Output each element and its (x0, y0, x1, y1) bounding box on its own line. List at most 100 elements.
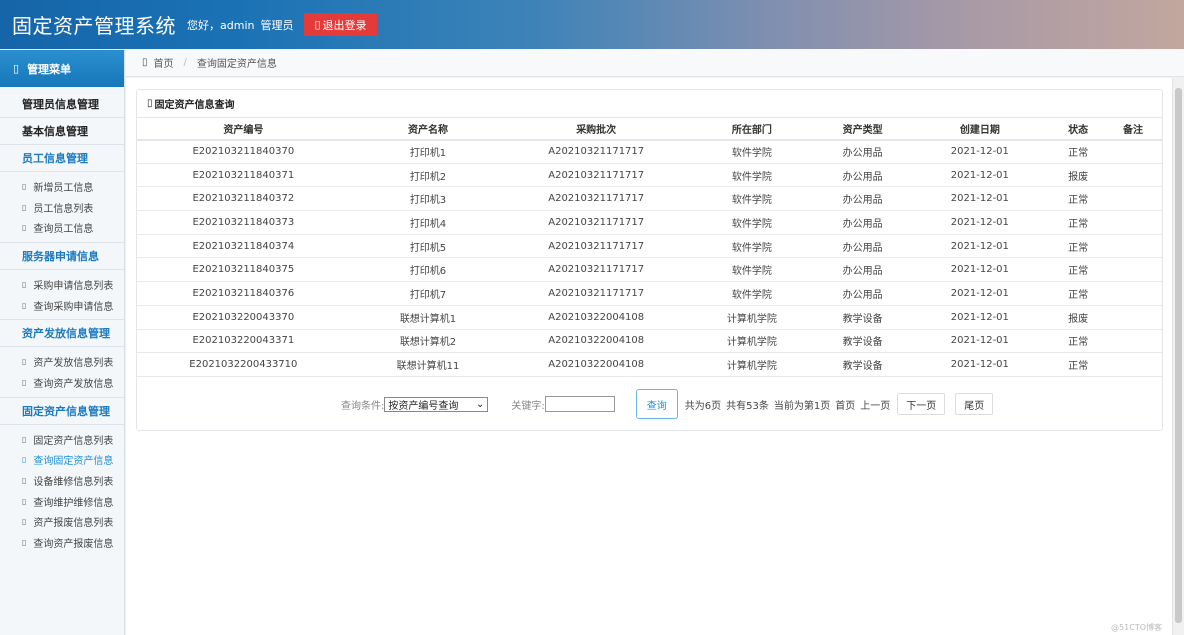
sidebar-item-asset-list[interactable]: ▯ 固定资产信息列表 (0, 429, 124, 450)
table-cell (1104, 163, 1162, 188)
sidebar-item-query-asset[interactable]: ▯ 查询固定资产信息 (0, 450, 124, 471)
sidebar-item-query-employee[interactable]: ▯ 查询员工信息 (0, 217, 124, 238)
user-role: 管理员 (260, 18, 294, 32)
column-header: 备注 (1104, 117, 1162, 141)
sidebar-group-basic[interactable]: 基本信息管理 (0, 118, 124, 145)
table-cell: 打印机3 (349, 186, 507, 212)
scrollbar-thumb[interactable] (1175, 88, 1182, 623)
table-cell: A20210321171717 (506, 186, 687, 212)
item-bullet-icon: ▯ (22, 455, 27, 465)
table-row: E202103211840375 打印机6 A20210321171717 软件学院办… (137, 257, 1162, 283)
table-cell (1104, 186, 1162, 212)
item-bullet-icon: ▯ (22, 223, 27, 233)
table-row: E202103211840376 打印机7 A20210321171717 软件学院办… (137, 281, 1162, 306)
table-cell: 教学设备 (817, 329, 908, 354)
breadcrumb-separator: / (183, 57, 187, 68)
table-cell: 2021-12-01 (907, 352, 1053, 377)
table-cell: 软件学院 (686, 281, 818, 306)
app-title: 固定资产管理系统 (12, 14, 176, 38)
sidebar-item-distribution-list[interactable]: ▯ 资产发放信息列表 (0, 351, 124, 372)
table-cell: E202103211840376 (137, 281, 350, 306)
table-cell (1104, 329, 1162, 354)
table-cell: 2021-12-01 (907, 281, 1053, 306)
table-cell: 2021-12-01 (907, 210, 1053, 235)
sidebar-item-add-employee[interactable]: ▯ 新增员工信息 (0, 176, 124, 197)
table-cell: 2021-12-01 (907, 186, 1053, 212)
breadcrumb-home[interactable]: 首页 (154, 55, 174, 70)
table-cell (1104, 139, 1162, 164)
home-icon: ▯ (142, 57, 148, 68)
keyword-label: 关键字: (511, 400, 545, 412)
table-row: E202103211840372 打印机3 A20210321171717 软件学院办… (137, 186, 1162, 212)
distribution-submenu: ▯ 资产发放信息列表 ▯ 查询资产发放信息 (0, 347, 124, 398)
user-greeting: 您好，admin 管理员 (187, 17, 293, 33)
first-page-link[interactable]: 首页 (835, 397, 855, 412)
sidebar-item-label: 资产报废信息列表 (33, 518, 114, 530)
table-cell: E202103211840372 (137, 186, 350, 212)
table-cell: 办公用品 (817, 163, 908, 188)
sidebar-item-employee-list[interactable]: ▯ 员工信息列表 (0, 197, 124, 218)
item-bullet-icon: ▯ (22, 496, 27, 506)
breadcrumb: ▯ 首页 / 查询固定资产信息 (126, 49, 1184, 77)
table-row: E202103220043371 联想计算机2 A20210322004108 计算机… (137, 329, 1162, 354)
table-cell: 2021-12-01 (907, 139, 1053, 164)
table-cell: A20210321171717 (506, 257, 687, 283)
sidebar-item-repair-list[interactable]: ▯ 设备维修信息列表 (0, 470, 124, 491)
sidebar-item-query-repair[interactable]: ▯ 查询维护维修信息 (0, 491, 124, 512)
item-bullet-icon: ▯ (22, 476, 27, 486)
table-cell: 打印机7 (349, 281, 507, 306)
table-cell: E202103211840370 (137, 139, 350, 164)
item-bullet-icon: ▯ (22, 434, 27, 444)
sidebar-item-label: 员工信息列表 (33, 203, 94, 215)
sidebar-item-query-scrap[interactable]: ▯ 查询资产报废信息 (0, 532, 124, 553)
sidebar-item-purchase-list[interactable]: ▯ 采购申请信息列表 (0, 274, 124, 295)
logout-button[interactable]: ▯ 退出登录 (304, 13, 377, 36)
purchase-submenu: ▯ 采购申请信息列表 ▯ 查询采购申请信息 (0, 270, 124, 321)
table-cell (1104, 234, 1162, 259)
vertical-scrollbar[interactable] (1172, 78, 1184, 635)
table-cell: E202103211840374 (137, 234, 350, 259)
table-cell: 打印机1 (349, 139, 507, 164)
table-cell: 教学设备 (817, 352, 908, 377)
table-cell: 计算机学院 (686, 329, 818, 354)
table-cell (1104, 281, 1162, 306)
table-cell: 软件学院 (686, 257, 818, 283)
table-cell (1104, 210, 1162, 235)
sidebar-group-employee[interactable]: 员工信息管理 (0, 145, 124, 172)
table-cell: 打印机2 (349, 163, 507, 188)
sidebar-item-label: 采购申请信息列表 (33, 280, 114, 292)
item-bullet-icon: ▯ (22, 538, 27, 548)
sidebar-group-distribution[interactable]: 资产发放信息管理 (0, 320, 124, 348)
table-cell: 报废 (1052, 305, 1105, 330)
sidebar-item-query-distribution[interactable]: ▯ 查询资产发放信息 (0, 372, 124, 393)
fixed-assets-submenu: ▯ 固定资产信息列表 ▯ 查询固定资产信息 ▯ 设备维修信息列表 ▯ 查询维护维修信息 … (0, 425, 124, 557)
table-cell: 办公用品 (817, 281, 908, 306)
sidebar-group-fixed-assets[interactable]: 固定资产信息管理 (0, 398, 124, 425)
last-page-button[interactable]: 尾页 (955, 393, 994, 415)
keyword-input[interactable] (544, 396, 615, 412)
table-cell: A20210322004108 (506, 352, 687, 377)
item-bullet-icon: ▯ (22, 279, 27, 289)
sidebar-item-query-purchase[interactable]: ▯ 查询采购申请信息 (0, 295, 124, 316)
table-cell: E202103211840375 (137, 257, 350, 283)
breadcrumb-current: 查询固定资产信息 (196, 59, 277, 70)
top-header: 固定资产管理系统 您好，admin 管理员 ▯ 退出登录 (0, 0, 1184, 49)
sidebar-item-label: 查询资产报废信息 (33, 539, 114, 551)
item-bullet-icon: ▯ (22, 357, 27, 367)
query-button[interactable]: 查询 (635, 389, 678, 419)
table-cell: A20210322004108 (506, 305, 687, 330)
table-cell: 计算机学院 (686, 352, 818, 377)
next-page-button[interactable]: 下一页 (897, 393, 946, 415)
sidebar-group-admin[interactable]: 管理员信息管理 (0, 91, 124, 118)
sidebar-group-purchase[interactable]: 服务器申请信息 (0, 243, 124, 271)
sidebar-item-scrap-list[interactable]: ▯ 资产报废信息列表 (0, 512, 124, 533)
sidebar-item-label: 查询采购申请信息 (33, 301, 114, 313)
table-row: E2021032200433710 联想计算机11 A20210322004108 计… (137, 352, 1162, 377)
asset-table: 资产编号 资产名称 采购批次 所在部门 资产类型 创建日期 状态 备注 E202… (137, 117, 1162, 377)
sidebar-item-label: 查询员工信息 (33, 224, 94, 236)
condition-select[interactable]: 按资产编号查询 ⌄ (384, 396, 489, 412)
column-header: 状态 (1052, 117, 1105, 141)
panel-title-text: 固定资产信息查询 (154, 100, 235, 111)
prev-page-link[interactable]: 上一页 (860, 397, 890, 412)
column-header: 资产名称 (349, 117, 507, 141)
